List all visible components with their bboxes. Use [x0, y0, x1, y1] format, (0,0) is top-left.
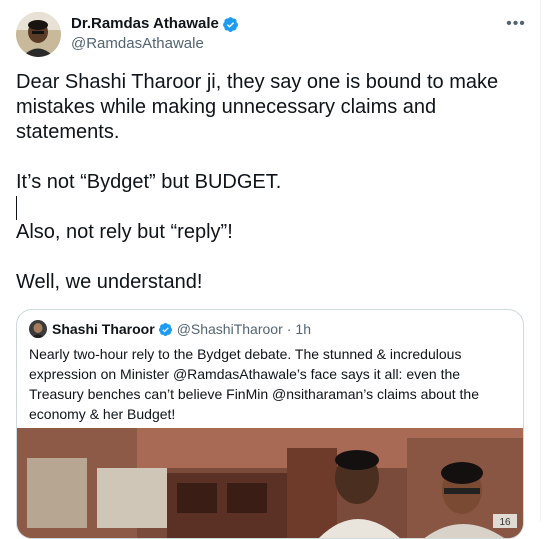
quoted-author-name[interactable]: Shashi Tharoor — [52, 320, 155, 338]
tweet-paragraph: It’s not “Bydget” but BUDGET. — [16, 171, 282, 193]
quoted-separator: · — [286, 321, 292, 337]
tweet-text: Dear Shashi Tharoor ji, they say one is … — [16, 70, 531, 320]
tweet-paragraph: Well, we understand! — [16, 271, 203, 293]
author-handle[interactable]: @RamdasAthawale — [71, 34, 239, 54]
quoted-author-avatar[interactable] — [29, 320, 47, 338]
text-cursor — [16, 196, 17, 220]
author-avatar[interactable] — [16, 12, 61, 57]
quoted-author-handle[interactable]: @ShashiTharoor — [177, 320, 283, 338]
tweet: Dr.Ramdas Athawale @RamdasAthawale ••• D… — [0, 0, 541, 539]
tweet-paragraph: Also, not rely but “reply”! — [16, 221, 233, 243]
quoted-timestamp[interactable]: 1h — [295, 320, 311, 338]
quoted-tweet[interactable]: Shashi Tharoor @ShashiTharoor · 1h Nearl… — [16, 309, 524, 539]
quoted-text: Nearly two-hour rely to the Bydget debat… — [29, 346, 479, 422]
verified-badge-icon — [222, 16, 238, 32]
more-icon[interactable]: ••• — [504, 12, 528, 36]
quoted-media-image[interactable]: 16 — [17, 428, 523, 538]
tweet-paragraph: Dear Shashi Tharoor ji, they say one is … — [16, 71, 499, 143]
author-name[interactable]: Dr.Ramdas Athawale — [71, 14, 219, 34]
seat-number-label: 16 — [499, 517, 511, 528]
verified-badge-icon — [158, 322, 172, 336]
